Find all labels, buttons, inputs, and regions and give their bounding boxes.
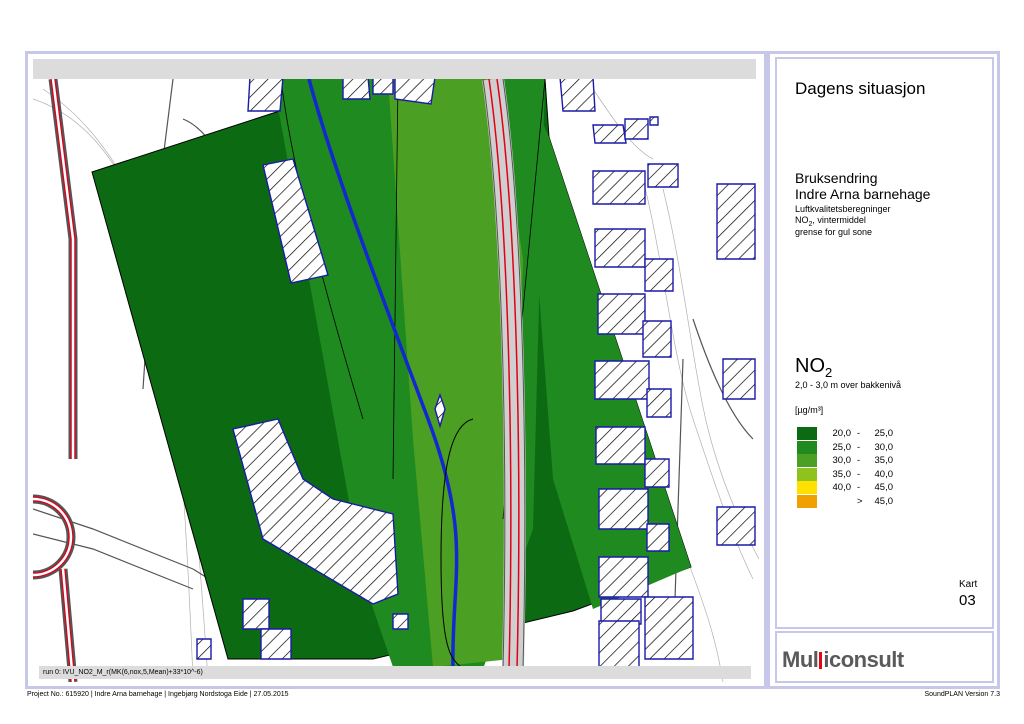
multiconsult-logo: Mul iconsult	[782, 647, 904, 673]
legend-swatch	[797, 481, 817, 494]
map-title: Dagens situasjon	[795, 79, 926, 98]
legend-from: 25,0	[832, 441, 852, 453]
legend-from: 20,0	[832, 428, 852, 439]
map-header-bar	[33, 59, 756, 79]
footer-project: Project No.: 615920 | Indre Arna barneha…	[27, 691, 289, 698]
project-subtitle: Bruksendring Indre Arna barnehage	[795, 170, 930, 202]
legend-swatch	[797, 467, 817, 481]
height-text: 2,0 - 3,0 m over bakkenivå	[795, 380, 902, 390]
legend-dash: -	[857, 482, 861, 493]
logo-text-end: iconsult	[823, 647, 904, 672]
unit-text: [µg/m³]	[795, 405, 824, 415]
legend-swatch	[797, 454, 817, 467]
map-canvas[interactable]: run 0: IVU_NO2_M_r(MK(6,nox,5,Mean)+33*1…	[33, 59, 759, 682]
pollutant-main: NO	[795, 355, 825, 377]
legend-swatch	[797, 440, 817, 454]
detail-line1: Luftkvalitetsberegninger	[795, 204, 891, 214]
run-label: run 0: IVU_NO2_M_r(MK(6,nox,5,Mean)+33*1…	[39, 666, 751, 679]
legend-to: 45,0	[874, 495, 894, 507]
logo-mark-icon	[819, 652, 823, 669]
pollutant-title: NO2	[795, 355, 832, 380]
legend-from: 30,0	[832, 455, 852, 466]
legend-to: 45,0	[874, 482, 894, 493]
map-drawing	[33, 76, 759, 682]
detail-rest: , vintermiddel	[812, 215, 866, 225]
subtitle-line1: Bruksendring	[795, 170, 878, 186]
detail-no: NO	[795, 215, 809, 225]
legend-dash: -	[857, 455, 861, 466]
legend-from: 35,0	[832, 468, 852, 480]
legend-to: 40,0	[874, 468, 894, 480]
pollutant-sub: 2	[825, 365, 833, 380]
legend-to: 25,0	[874, 428, 894, 439]
legend-swatch	[797, 494, 817, 508]
footer-version: SoundPLAN Version 7.3	[924, 691, 1001, 698]
ring-road	[33, 78, 78, 682]
legend-to: 35,0	[874, 455, 894, 466]
subtitle-line2: Indre Arna barnehage	[795, 186, 931, 202]
legend-from: 40,0	[832, 482, 852, 493]
legend-dash: >	[857, 495, 863, 507]
legend-panel: Dagens situasjon Bruksendring Indre Arna…	[775, 57, 994, 629]
legend-dash: -	[857, 428, 861, 439]
legend-dash: -	[857, 468, 861, 480]
detail-line3: grense for gul sone	[795, 227, 873, 237]
legend-dash: -	[857, 441, 861, 453]
logo-panel: Mul iconsult	[775, 631, 994, 683]
kart-label: Kart	[959, 579, 978, 590]
legend-swatch	[797, 427, 817, 440]
kart-number: 03	[959, 592, 976, 609]
legend-to: 30,0	[874, 441, 894, 453]
logo-text-start: Mul	[782, 647, 819, 672]
